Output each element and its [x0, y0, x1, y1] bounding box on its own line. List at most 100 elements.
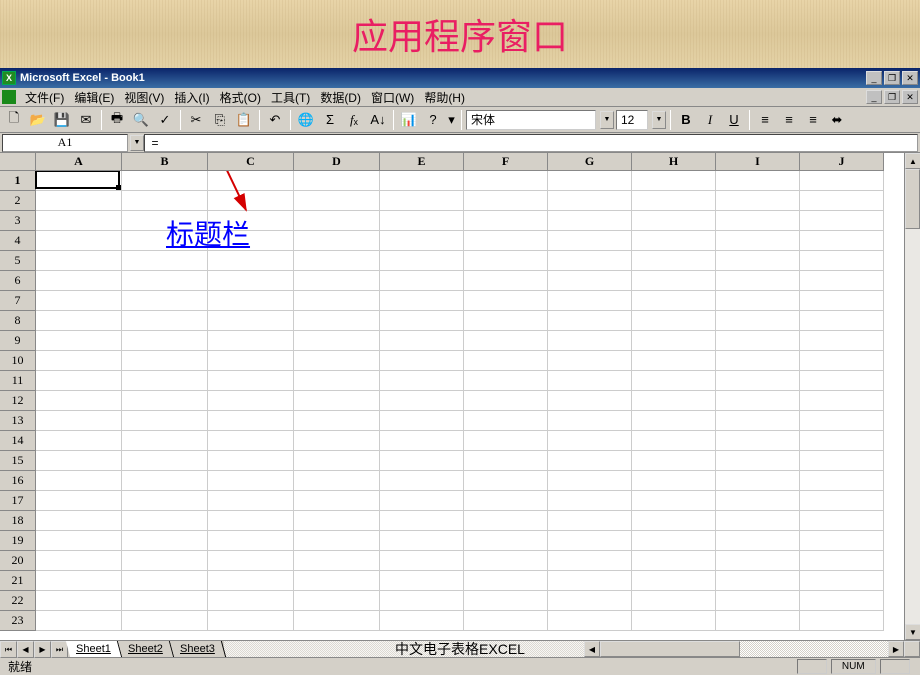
cell-F23[interactable]: [464, 611, 548, 631]
align-left-icon[interactable]: ≡: [754, 109, 776, 131]
cell-G19[interactable]: [548, 531, 632, 551]
size-dropdown-icon[interactable]: ▼: [652, 111, 666, 129]
cell-I8[interactable]: [716, 311, 800, 331]
cell-B12[interactable]: [122, 391, 208, 411]
row-header-14[interactable]: 14: [0, 431, 36, 451]
cell-F20[interactable]: [464, 551, 548, 571]
cell-D22[interactable]: [294, 591, 380, 611]
cell-I10[interactable]: [716, 351, 800, 371]
cell-E2[interactable]: [380, 191, 464, 211]
cell-G10[interactable]: [548, 351, 632, 371]
spelling-icon[interactable]: ✓: [154, 109, 176, 131]
menu-edit[interactable]: 编辑(E): [69, 88, 119, 107]
cell-F13[interactable]: [464, 411, 548, 431]
cell-G15[interactable]: [548, 451, 632, 471]
tabs-first-button[interactable]: ⏮: [0, 641, 17, 658]
help-icon[interactable]: ?: [422, 109, 444, 131]
cell-A13[interactable]: [36, 411, 122, 431]
cell-D2[interactable]: [294, 191, 380, 211]
name-box-dropdown-icon[interactable]: ▼: [130, 135, 144, 151]
cell-A21[interactable]: [36, 571, 122, 591]
row-header-20[interactable]: 20: [0, 551, 36, 571]
cell-E5[interactable]: [380, 251, 464, 271]
cell-I4[interactable]: [716, 231, 800, 251]
row-header-16[interactable]: 16: [0, 471, 36, 491]
row-header-6[interactable]: 6: [0, 271, 36, 291]
menu-insert[interactable]: 插入(I): [169, 88, 214, 107]
cell-C5[interactable]: [208, 251, 294, 271]
cell-E23[interactable]: [380, 611, 464, 631]
column-header-B[interactable]: B: [122, 153, 208, 171]
cell-A4[interactable]: [36, 231, 122, 251]
cell-D14[interactable]: [294, 431, 380, 451]
cell-B7[interactable]: [122, 291, 208, 311]
menu-help[interactable]: 帮助(H): [419, 88, 470, 107]
cell-A2[interactable]: [36, 191, 122, 211]
cell-J7[interactable]: [800, 291, 884, 311]
cell-H14[interactable]: [632, 431, 716, 451]
cell-A9[interactable]: [36, 331, 122, 351]
cell-E12[interactable]: [380, 391, 464, 411]
cell-G20[interactable]: [548, 551, 632, 571]
cell-G5[interactable]: [548, 251, 632, 271]
cell-A1[interactable]: [36, 171, 122, 191]
cell-F14[interactable]: [464, 431, 548, 451]
scroll-left-button[interactable]: ◀: [584, 641, 600, 657]
cell-J4[interactable]: [800, 231, 884, 251]
cell-C15[interactable]: [208, 451, 294, 471]
row-header-19[interactable]: 19: [0, 531, 36, 551]
workbook-icon[interactable]: [2, 90, 16, 104]
cell-D20[interactable]: [294, 551, 380, 571]
row-header-12[interactable]: 12: [0, 391, 36, 411]
vertical-scrollbar[interactable]: ▲ ▼: [904, 153, 920, 640]
merge-center-icon[interactable]: ⬌: [826, 109, 848, 131]
cell-E1[interactable]: [380, 171, 464, 191]
cell-C16[interactable]: [208, 471, 294, 491]
cell-B1[interactable]: [122, 171, 208, 191]
cell-J21[interactable]: [800, 571, 884, 591]
cell-J5[interactable]: [800, 251, 884, 271]
cell-B18[interactable]: [122, 511, 208, 531]
cell-B13[interactable]: [122, 411, 208, 431]
font-dropdown-icon[interactable]: ▼: [600, 111, 614, 129]
align-center-icon[interactable]: ≡: [778, 109, 800, 131]
cell-A12[interactable]: [36, 391, 122, 411]
menu-view[interactable]: 视图(V): [119, 88, 169, 107]
cell-D15[interactable]: [294, 451, 380, 471]
cell-E6[interactable]: [380, 271, 464, 291]
row-header-17[interactable]: 17: [0, 491, 36, 511]
email-icon[interactable]: ✉: [75, 109, 97, 131]
cell-I15[interactable]: [716, 451, 800, 471]
cell-A23[interactable]: [36, 611, 122, 631]
cell-D12[interactable]: [294, 391, 380, 411]
cell-C10[interactable]: [208, 351, 294, 371]
h-scroll-track[interactable]: [600, 641, 888, 657]
cell-G23[interactable]: [548, 611, 632, 631]
cell-J22[interactable]: [800, 591, 884, 611]
cell-D5[interactable]: [294, 251, 380, 271]
cell-H15[interactable]: [632, 451, 716, 471]
function-icon[interactable]: fₓ: [343, 109, 365, 131]
cell-B9[interactable]: [122, 331, 208, 351]
cell-I13[interactable]: [716, 411, 800, 431]
cell-J2[interactable]: [800, 191, 884, 211]
cell-B20[interactable]: [122, 551, 208, 571]
cell-D3[interactable]: [294, 211, 380, 231]
cell-A7[interactable]: [36, 291, 122, 311]
row-header-5[interactable]: 5: [0, 251, 36, 271]
cell-B14[interactable]: [122, 431, 208, 451]
cell-C1[interactable]: [208, 171, 294, 191]
column-header-I[interactable]: I: [716, 153, 800, 171]
tabs-prev-button[interactable]: ◀: [17, 641, 34, 658]
cell-F7[interactable]: [464, 291, 548, 311]
cell-G16[interactable]: [548, 471, 632, 491]
cell-I11[interactable]: [716, 371, 800, 391]
cell-B2[interactable]: [122, 191, 208, 211]
cell-G4[interactable]: [548, 231, 632, 251]
cell-J8[interactable]: [800, 311, 884, 331]
column-header-E[interactable]: E: [380, 153, 464, 171]
cell-C20[interactable]: [208, 551, 294, 571]
hyperlink-icon[interactable]: 🌐: [295, 109, 317, 131]
cell-C12[interactable]: [208, 391, 294, 411]
cell-C19[interactable]: [208, 531, 294, 551]
